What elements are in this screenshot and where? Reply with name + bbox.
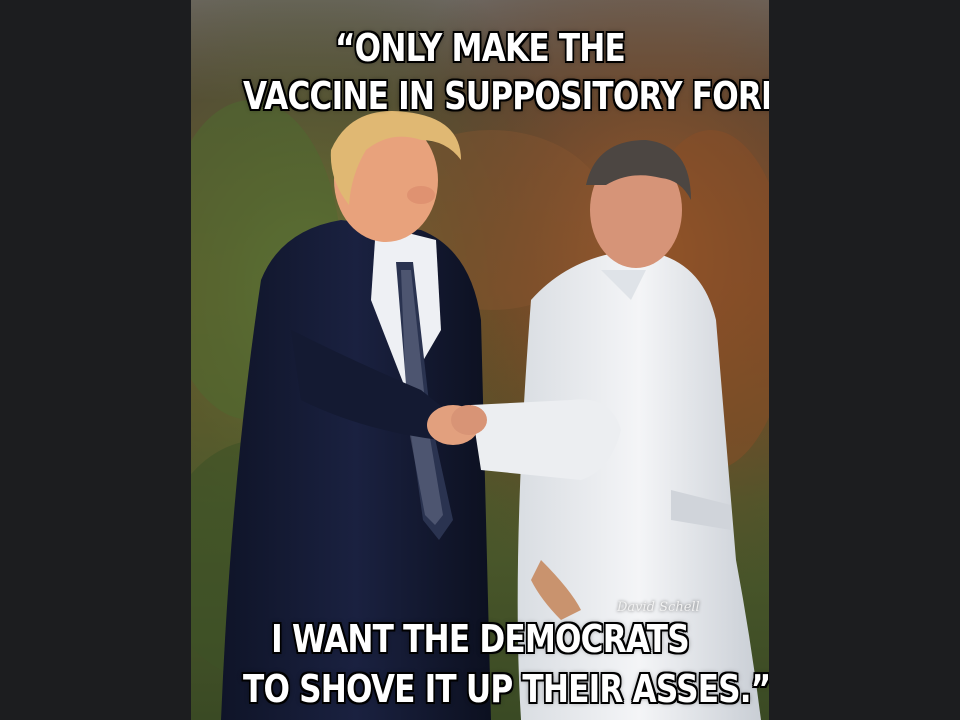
bottom-caption: I WANT THE DEMOCRATS TO SHOVE IT UP THEI… [243,614,769,714]
meme-image: “ONLY MAKE THE VACCINE IN SUPPOSITORY FO… [191,0,769,720]
top-caption-line-2: VACCINE IN SUPPOSITORY FORM. [243,74,769,118]
artist-watermark: David Schell [617,600,700,615]
bottom-caption-line-1: I WANT THE DEMOCRATS [271,617,690,661]
image-viewer: “ONLY MAKE THE VACCINE IN SUPPOSITORY FO… [0,0,960,720]
top-caption: “ONLY MAKE THE VACCINE IN SUPPOSITORY FO… [243,24,769,120]
top-caption-line-1: “ONLY MAKE THE [334,26,626,70]
bottom-caption-line-2: TO SHOVE IT UP THEIR ASSES.” [243,667,769,711]
